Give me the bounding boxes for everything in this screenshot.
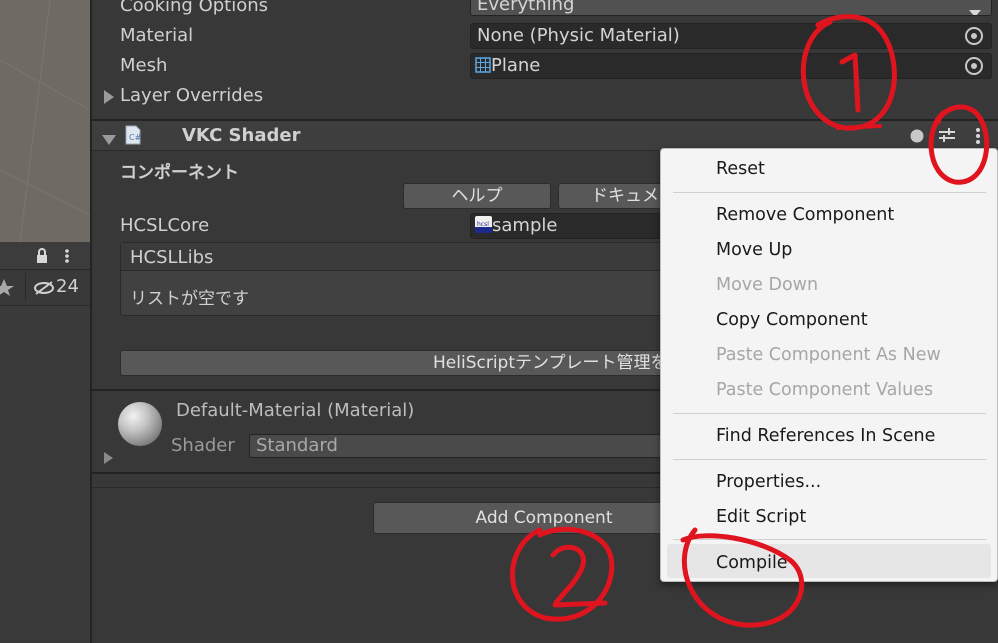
material-field[interactable]: None (Physic Material) xyxy=(470,23,992,49)
panel-splitter[interactable] xyxy=(90,0,92,643)
shader-label: Shader xyxy=(171,435,235,456)
star-icon[interactable] xyxy=(0,278,16,296)
hcsl-core-label: HCSLCore xyxy=(120,215,210,236)
menu-separator xyxy=(673,192,986,193)
mesh-field[interactable]: Plane xyxy=(470,53,992,79)
presets-icon[interactable] xyxy=(938,127,956,143)
layer-overrides-label[interactable]: Layer Overrides xyxy=(120,85,263,106)
annotation-circle-2 xyxy=(510,526,615,622)
help-button[interactable]: ヘルプ xyxy=(403,183,551,209)
scene-grid xyxy=(0,0,90,242)
scene-view[interactable] xyxy=(0,0,90,242)
foldout-arrow-icon[interactable] xyxy=(104,449,113,464)
component-title: VKC Shader xyxy=(182,125,301,146)
hierarchy-toolbar xyxy=(0,242,90,270)
menu-separator xyxy=(673,413,986,414)
component-header-vkc-shader[interactable]: C# VKC Shader xyxy=(92,121,998,151)
hierarchy-panel xyxy=(0,306,90,643)
help-icon[interactable] xyxy=(910,128,924,143)
cooking-options-label: Cooking Options xyxy=(120,0,269,16)
menu-separator xyxy=(673,459,986,460)
chevron-down-icon xyxy=(969,1,981,15)
script-file-icon: C# xyxy=(125,125,142,145)
hcsl-asset-icon: hcsl xyxy=(475,216,492,238)
visibility-count: 24 xyxy=(56,276,79,297)
mesh-icon xyxy=(475,56,491,78)
menu-separator xyxy=(673,539,986,540)
hcsl-core-field[interactable]: hcsl sample xyxy=(470,213,670,239)
menu-item-properties[interactable]: Properties... xyxy=(716,472,821,492)
menu-item-edit-script[interactable]: Edit Script xyxy=(716,507,806,527)
object-picker-icon[interactable] xyxy=(965,57,983,75)
hcsl-libs-label: HCSLLibs xyxy=(130,247,214,268)
hcsl-libs-list: HCSLLibs リストが空です xyxy=(120,242,665,316)
menu-item-reset[interactable]: Reset xyxy=(716,159,765,179)
hidden-eye-icon[interactable] xyxy=(33,280,55,296)
foldout-arrow-icon[interactable] xyxy=(102,130,116,145)
component-menu-icon[interactable] xyxy=(975,127,981,145)
more-menu-icon[interactable] xyxy=(64,248,70,264)
menu-item-remove-component[interactable]: Remove Component xyxy=(716,205,894,225)
menu-item-copy-component[interactable]: Copy Component xyxy=(716,310,868,330)
menu-item-compile[interactable]: Compile xyxy=(716,553,788,573)
menu-item-find-references[interactable]: Find References In Scene xyxy=(716,426,935,446)
lock-icon[interactable] xyxy=(36,248,48,264)
svg-text:C#: C# xyxy=(129,133,141,142)
menu-item-move-down[interactable]: Move Down xyxy=(716,275,818,295)
shader-dropdown[interactable]: Standard xyxy=(249,434,669,458)
annotation-number-2 xyxy=(550,544,608,608)
component-section-label: コンポーネント xyxy=(120,163,239,183)
object-picker-icon[interactable] xyxy=(965,27,983,45)
material-label: Material xyxy=(120,25,194,46)
menu-item-paste-values[interactable]: Paste Component Values xyxy=(716,380,933,400)
mesh-label: Mesh xyxy=(120,55,168,76)
menu-item-move-up[interactable]: Move Up xyxy=(716,240,792,260)
svg-text:hcsl: hcsl xyxy=(477,221,489,228)
cooking-options-dropdown[interactable]: Everything xyxy=(470,0,992,16)
heliscript-template-button[interactable]: HeliScriptテンプレート管理を開 xyxy=(120,350,665,376)
list-empty-text: リストが空です xyxy=(130,289,249,309)
menu-item-paste-as-new[interactable]: Paste Component As New xyxy=(716,345,941,365)
visibility-row: 24 xyxy=(0,270,90,306)
material-preview-sphere xyxy=(118,402,162,446)
foldout-arrow-icon[interactable] xyxy=(104,89,114,104)
material-name: Default-Material (Material) xyxy=(176,400,415,421)
component-context-menu: Reset Remove Component Move Up Move Down… xyxy=(660,148,998,582)
